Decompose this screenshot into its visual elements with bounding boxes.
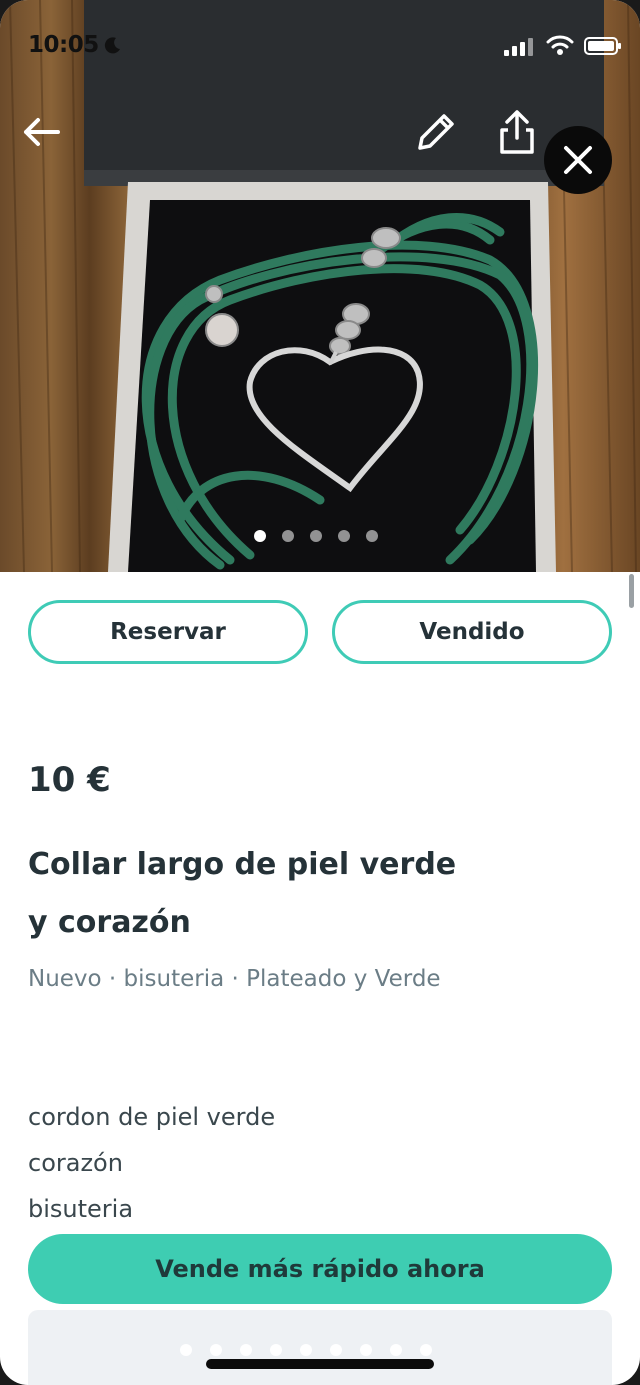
gallery-pagination (254, 530, 378, 542)
arrow-left-icon (24, 118, 60, 146)
promo-dot[interactable] (270, 1344, 282, 1356)
product-title-line: Collar largo de piel verde (28, 847, 457, 882)
gallery-dot[interactable] (254, 530, 266, 542)
promo-dot[interactable] (390, 1344, 402, 1356)
back-button[interactable] (18, 110, 66, 154)
gallery-dot[interactable] (310, 530, 322, 542)
promo-pagination (180, 1344, 432, 1356)
pencil-icon (418, 114, 454, 150)
status-bar: 10:05 (0, 0, 640, 96)
home-indicator[interactable] (206, 1359, 434, 1369)
description-line: corazón (28, 1149, 123, 1177)
product-title: Collar largo de piel verde y corazón (28, 836, 588, 952)
signal-icon (504, 38, 533, 56)
description-line: bisuteria (28, 1195, 134, 1223)
promo-dot[interactable] (180, 1344, 192, 1356)
app-screen: 10:05 Reservar Vendido 10 € Collar largo… (0, 0, 640, 1385)
promo-dot[interactable] (420, 1344, 432, 1356)
gallery-dot[interactable] (282, 530, 294, 542)
gallery-dot[interactable] (366, 530, 378, 542)
sell-faster-button[interactable]: Vende más rápido ahora (28, 1234, 612, 1304)
share-icon (500, 110, 534, 154)
wifi-icon (546, 35, 574, 55)
status-time: 10:05 (28, 32, 99, 58)
product-photo[interactable]: 10:05 (0, 0, 640, 572)
promo-dot[interactable] (210, 1344, 222, 1356)
battery-icon (584, 37, 621, 55)
gallery-dot[interactable] (338, 530, 350, 542)
promo-dot[interactable] (360, 1344, 372, 1356)
reserve-button[interactable]: Reservar (28, 600, 308, 664)
product-meta: Nuevo · bisuteria · Plateado y Verde (28, 966, 441, 992)
close-button[interactable] (544, 126, 612, 194)
scrollbar[interactable] (629, 574, 634, 608)
product-description: cordon de piel verde corazón bisuteria (28, 1094, 275, 1232)
edit-button[interactable] (410, 108, 460, 158)
moon-icon (104, 37, 120, 54)
share-button[interactable] (492, 106, 542, 158)
listing-actions: Reservar Vendido (28, 600, 612, 664)
sold-button[interactable]: Vendido (332, 600, 612, 664)
product-title-line: y corazón (28, 905, 191, 940)
close-icon (564, 146, 592, 174)
promo-dot[interactable] (240, 1344, 252, 1356)
description-line: cordon de piel verde (28, 1103, 276, 1131)
promo-dot[interactable] (330, 1344, 342, 1356)
product-price: 10 € (28, 760, 111, 800)
promo-dot[interactable] (300, 1344, 312, 1356)
